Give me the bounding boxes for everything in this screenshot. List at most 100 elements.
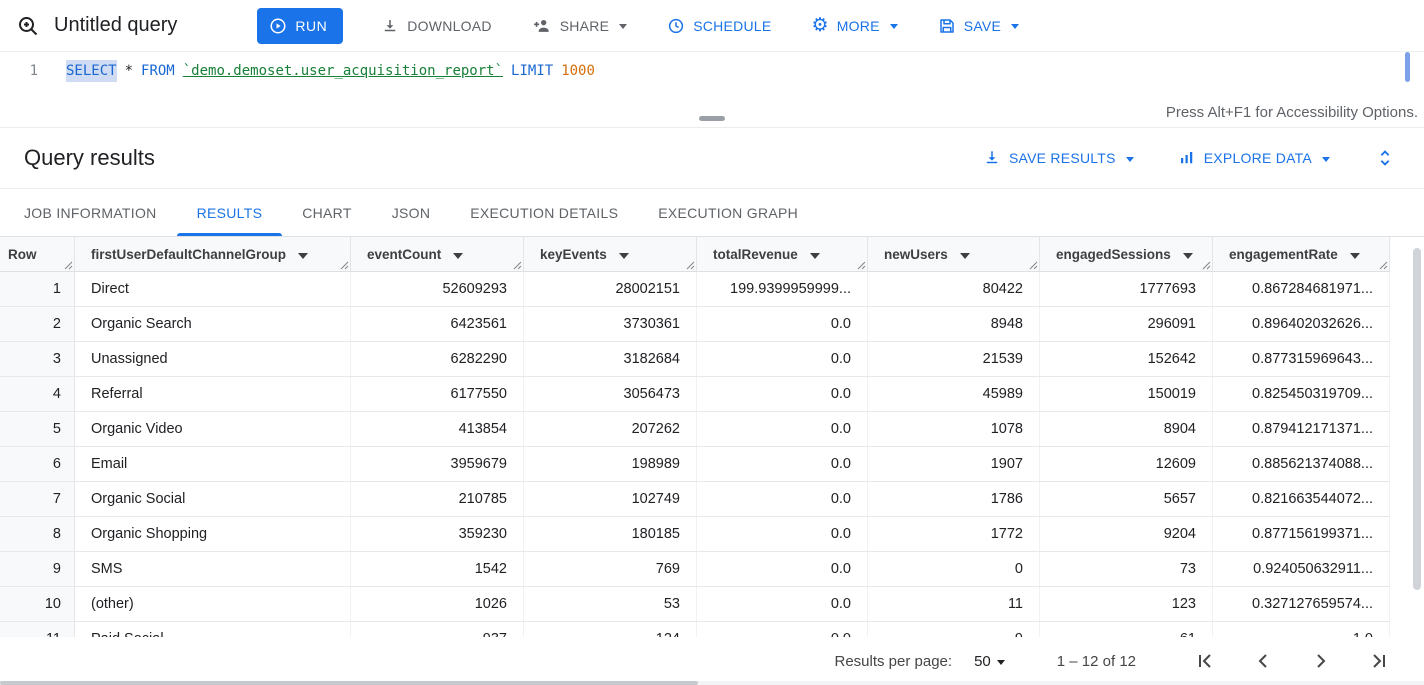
sort-arrow-icon[interactable] (453, 253, 463, 259)
editor-scrollbar-thumb[interactable] (1405, 52, 1410, 82)
more-button[interactable]: ⚙ MORE (799, 8, 909, 43)
event-count-cell: 6177550 (351, 377, 524, 411)
total-revenue-cell: 0.0 (697, 517, 868, 551)
sql-code-line[interactable]: SELECT * FROM `demo.demoset.user_acquisi… (56, 60, 595, 82)
column-resize-grip[interactable] (340, 261, 349, 270)
next-page-button[interactable] (1305, 645, 1337, 677)
row-number-cell: 8 (0, 517, 75, 551)
sort-arrow-icon[interactable] (1350, 253, 1360, 259)
row-number-cell: 6 (0, 447, 75, 481)
tab-execution-graph[interactable]: EXECUTION GRAPH (638, 189, 818, 236)
table-row: 3 Unassigned 6282290 3182684 0.0 21539 1… (0, 342, 1390, 377)
column-header-totalRevenue[interactable]: totalRevenue (697, 237, 868, 271)
new-users-cell: 21539 (868, 342, 1040, 376)
first-page-button[interactable] (1189, 645, 1221, 677)
column-header-keyEvents[interactable]: keyEvents (524, 237, 697, 271)
channel-group-cell: Organic Shopping (75, 517, 351, 551)
column-resize-grip[interactable] (1202, 261, 1211, 270)
column-resize-grip[interactable] (513, 261, 522, 270)
key-events-cell: 3182684 (524, 342, 697, 376)
table-body: 1 Direct 52609293 28002151 199.939995999… (0, 272, 1390, 657)
total-revenue-cell: 0.0 (697, 377, 868, 411)
table-horizontal-scrollbar[interactable] (0, 681, 1424, 685)
total-revenue-cell: 0.0 (697, 307, 868, 341)
expand-results-button[interactable] (1374, 147, 1396, 169)
table-row: 7 Organic Social 210785 102749 0.0 1786 … (0, 482, 1390, 517)
arrow-drop-down-icon (997, 660, 1005, 665)
column-resize-grip[interactable] (64, 261, 73, 270)
sort-arrow-icon[interactable] (960, 253, 970, 259)
run-button[interactable]: RUN (257, 8, 343, 44)
engagement-rate-cell: 0.879412171371... (1213, 412, 1390, 446)
column-resize-grip[interactable] (1379, 261, 1388, 270)
explore-data-label: EXPLORE DATA (1204, 150, 1312, 166)
schedule-button[interactable]: SCHEDULE (655, 9, 783, 43)
tab-execution-details[interactable]: EXECUTION DETAILS (450, 189, 638, 236)
engaged-sessions-cell: 9204 (1040, 517, 1213, 551)
more-label: MORE (837, 18, 880, 34)
column-header-engagedSessions[interactable]: engagedSessions (1040, 237, 1213, 271)
column-header-engagementRate[interactable]: engagementRate (1213, 237, 1390, 271)
column-header-eventCount[interactable]: eventCount (351, 237, 524, 271)
tab-json[interactable]: JSON (372, 189, 451, 236)
save-results-icon (983, 149, 1001, 167)
horizontal-scrollbar-thumb[interactable] (0, 681, 698, 685)
column-resize-grip[interactable] (1029, 261, 1038, 270)
share-button[interactable]: SHARE (520, 8, 639, 44)
line-number: 1 (0, 60, 56, 82)
sql-limit-keyword: LIMIT (511, 60, 553, 82)
event-count-cell: 359230 (351, 517, 524, 551)
sql-editor[interactable]: 1 SELECT * FROM `demo.demoset.user_acqui… (0, 52, 1424, 127)
explore-data-button[interactable]: EXPLORE DATA (1178, 149, 1330, 167)
event-count-cell: 413854 (351, 412, 524, 446)
column-header-firstUserDefaultChannelGroup[interactable]: firstUserDefaultChannelGroup (75, 237, 351, 271)
row-number-cell: 4 (0, 377, 75, 411)
sql-code-row: 1 SELECT * FROM `demo.demoset.user_acqui… (0, 52, 1424, 82)
column-header-row[interactable]: Row (0, 237, 75, 271)
tab-chart[interactable]: CHART (282, 189, 371, 236)
sort-arrow-icon[interactable] (1183, 253, 1193, 259)
splitter-drag-handle[interactable] (699, 116, 725, 121)
save-results-button[interactable]: SAVE RESULTS (983, 149, 1134, 167)
table-row: 8 Organic Shopping 359230 180185 0.0 177… (0, 517, 1390, 552)
table-header-row: Row firstUserDefaultChannelGroup eventCo… (0, 237, 1390, 272)
sql-table-reference[interactable]: `demo.demoset.user_acquisition_report` (183, 60, 503, 82)
save-button[interactable]: SAVE (926, 9, 1031, 43)
sort-arrow-icon[interactable] (810, 253, 820, 259)
column-resize-grip[interactable] (857, 261, 866, 270)
engaged-sessions-cell: 5657 (1040, 482, 1213, 516)
results-title: Query results (24, 145, 155, 171)
tab-results[interactable]: RESULTS (177, 189, 283, 236)
sql-star: * (125, 60, 133, 82)
tab-job-information[interactable]: JOB INFORMATION (4, 189, 177, 236)
gear-icon: ⚙ (811, 16, 828, 35)
last-page-button[interactable] (1363, 645, 1395, 677)
engaged-sessions-cell: 150019 (1040, 377, 1213, 411)
column-resize-grip[interactable] (686, 261, 695, 270)
clock-icon (667, 17, 685, 35)
sort-arrow-icon[interactable] (298, 253, 308, 259)
channel-group-cell: Unassigned (75, 342, 351, 376)
previous-page-button[interactable] (1247, 645, 1279, 677)
vertical-scrollbar-thumb[interactable] (1413, 248, 1421, 590)
event-count-cell: 3959679 (351, 447, 524, 481)
table-vertical-scrollbar[interactable] (1411, 244, 1421, 633)
engagement-rate-cell: 0.924050632911... (1213, 552, 1390, 586)
page-size-dropdown[interactable]: 50 (974, 653, 1005, 670)
save-results-label: SAVE RESULTS (1009, 150, 1116, 166)
query-icon (16, 14, 40, 38)
new-users-cell: 0 (868, 552, 1040, 586)
sort-arrow-icon[interactable] (619, 253, 629, 259)
engagement-rate-cell: 0.821663544072... (1213, 482, 1390, 516)
engaged-sessions-cell: 73 (1040, 552, 1213, 586)
column-header-newUsers[interactable]: newUsers (868, 237, 1040, 271)
engaged-sessions-cell: 12609 (1040, 447, 1213, 481)
key-events-cell: 180185 (524, 517, 697, 551)
sql-select-keyword: SELECT (66, 60, 117, 82)
key-events-cell: 207262 (524, 412, 697, 446)
total-revenue-cell: 0.0 (697, 587, 868, 621)
person-add-icon (532, 16, 552, 36)
new-users-cell: 45989 (868, 377, 1040, 411)
row-number-cell: 2 (0, 307, 75, 341)
download-button[interactable]: DOWNLOAD (369, 9, 503, 43)
